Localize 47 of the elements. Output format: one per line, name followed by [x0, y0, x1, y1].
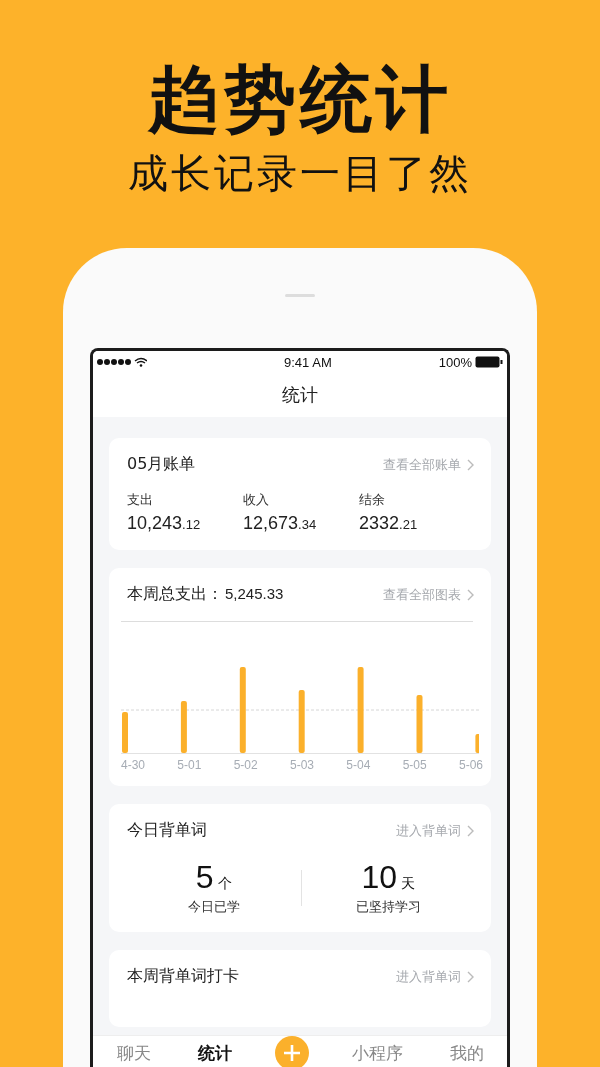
battery-icon	[475, 356, 503, 368]
status-time: 9:41 AM	[284, 354, 332, 370]
stat-label: 收入	[243, 491, 270, 509]
stat-label: 已坚持学习	[355, 898, 421, 916]
chevron-icon	[467, 970, 475, 983]
card-title: 05月账单	[127, 454, 196, 475]
chevron-icon	[467, 824, 475, 837]
axis-label: 5-06	[458, 758, 483, 772]
tab[interactable]: 小程序	[347, 1038, 407, 1067]
stat-label: 支出	[127, 491, 154, 509]
chart-bar	[475, 734, 479, 753]
axis-label: 5-04	[346, 758, 371, 772]
signal-icon	[97, 357, 147, 367]
stat-value: 10 天	[361, 859, 416, 896]
stat-amount: 12,673.34	[243, 513, 318, 534]
enter-vocabulary-link[interactable]: 进入背单词	[396, 967, 475, 986]
axis-label: 5-01	[177, 758, 202, 772]
view-all-charts-link[interactable]: 查看全部图表	[383, 585, 475, 604]
card-title: 今日背单词	[127, 820, 207, 841]
plus-icon	[282, 1044, 301, 1062]
stat-value: 5 个	[195, 859, 232, 896]
card-title: 本周背单词打卡	[127, 966, 239, 987]
axis-label: 4-30	[121, 758, 146, 772]
stat-amount: 10,243.12	[127, 513, 202, 534]
card-title: 本周总支出：5,245.33	[127, 584, 284, 605]
tab[interactable]: 我的	[445, 1038, 488, 1067]
axis-label: 5-02	[233, 758, 258, 772]
chart-bar	[298, 690, 305, 753]
add-button[interactable]	[274, 1036, 309, 1067]
subheadline: 成长记录一目了然	[128, 149, 472, 198]
tab[interactable]: 统计	[193, 1038, 236, 1067]
chart-bar	[122, 712, 128, 753]
axis-label: 5-05	[402, 758, 427, 772]
nav-title: 统计	[282, 383, 318, 407]
battery-percent: 100%	[438, 354, 472, 370]
chart-bar	[416, 695, 423, 753]
view-all-bills-link[interactable]: 查看全部账单	[383, 455, 475, 474]
axis-label: 5-03	[290, 758, 314, 772]
stat-label: 结余	[359, 491, 386, 509]
chevron-icon	[467, 458, 475, 471]
headline: 趋势统计	[148, 56, 452, 142]
chevron-icon	[467, 588, 475, 601]
stat-label: 今日已学	[187, 898, 240, 916]
enter-vocabulary-link[interactable]: 进入背单词	[396, 821, 475, 840]
stat-amount: 2332.21	[359, 513, 419, 534]
chart-bar	[180, 701, 187, 753]
tab[interactable]: 聊天	[112, 1038, 155, 1067]
